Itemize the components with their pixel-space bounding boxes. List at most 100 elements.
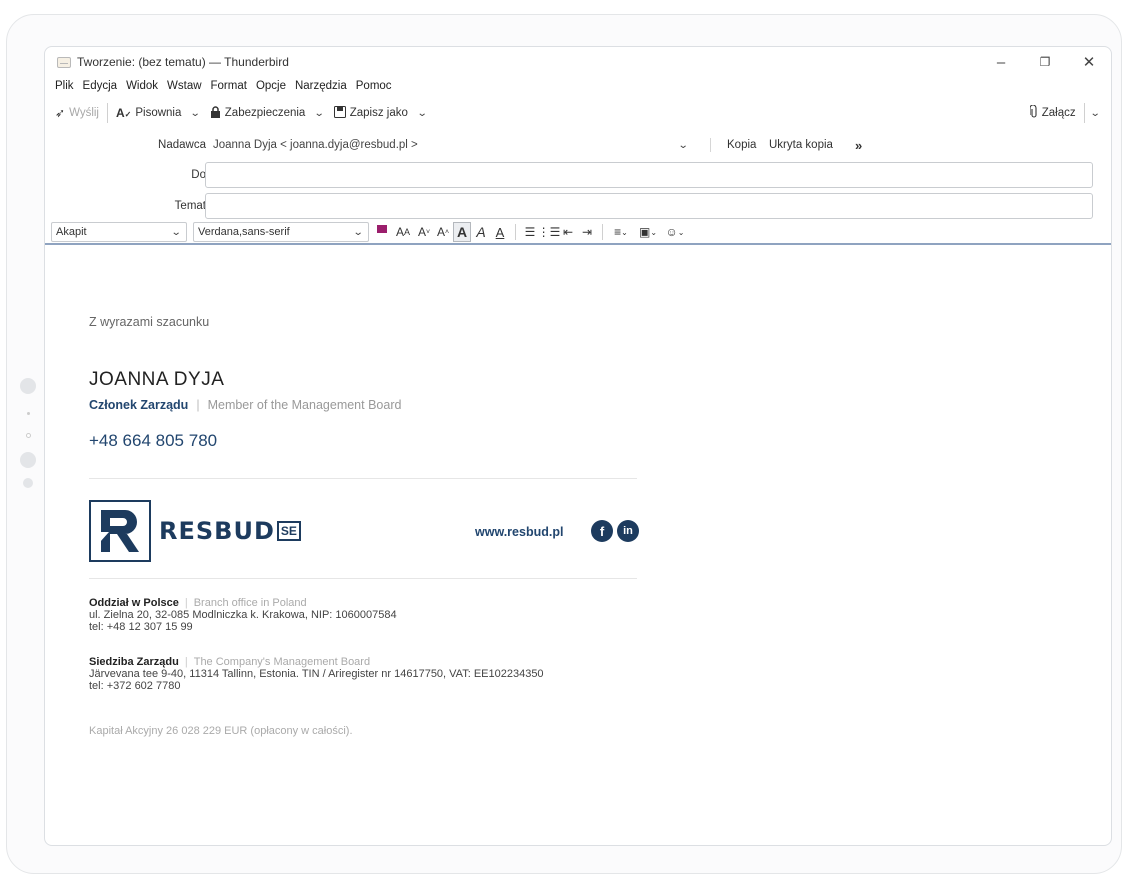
underline-button[interactable]: A (491, 222, 509, 242)
send-label: Wyślij (69, 107, 99, 119)
paperclip-icon (1029, 104, 1038, 121)
branch-phone: tel: +48 12 307 15 99 (89, 621, 193, 633)
hq-separator: | (184, 656, 188, 668)
restore-button[interactable]: ❐ (1023, 47, 1067, 77)
insert-image-icon[interactable]: ▣ ⌄ (635, 222, 661, 242)
branch-separator: | (184, 597, 188, 609)
menu-format[interactable]: Format (211, 80, 247, 92)
message-body[interactable]: Z wyrazami szacunku JOANNA DYJA Członek … (45, 245, 1111, 835)
spelling-button[interactable]: A✓ Pisownia (116, 106, 181, 120)
menu-plik[interactable]: Plik (55, 80, 74, 92)
compose-icon (57, 56, 71, 68)
menu-bar: Plik Edycja Widok Wstaw Format Opcje Nar… (45, 77, 1111, 95)
hq-english: The Company's Management Board (193, 656, 371, 668)
more-recipients-icon[interactable]: » (855, 138, 862, 153)
toolbar-divider (1083, 103, 1085, 123)
security-dropdown[interactable]: ⌄ (311, 107, 325, 119)
bullet-list-icon[interactable]: ☰ (521, 222, 539, 242)
tablet-side-buttons (16, 378, 40, 488)
text-color-button[interactable] (373, 222, 391, 242)
resbud-logo-text: RESBUD SE (159, 516, 301, 546)
from-row: Nadawca Joanna Dyja < joanna.dyja@resbud… (45, 131, 1111, 159)
smaller-font-button[interactable]: AA (392, 222, 414, 242)
hq-phone: tel: +372 602 7780 (89, 680, 181, 692)
website-link[interactable]: www.resbud.pl (475, 525, 563, 539)
bold-button[interactable]: A (453, 222, 471, 242)
menu-edycja[interactable]: Edycja (83, 80, 118, 92)
cc-button[interactable]: Kopia (727, 139, 756, 151)
chevron-down-icon: ⌄ (170, 226, 182, 238)
chevron-down-icon: ⌄ (314, 107, 325, 119)
resbud-logo-mark (89, 500, 151, 562)
menu-opcje[interactable]: Opcje (256, 80, 286, 92)
save-as-dropdown[interactable]: ⌄ (414, 108, 428, 119)
format-divider (515, 224, 516, 240)
attach-label: Załącz (1041, 107, 1076, 119)
branch-street: ul. Zielna 20, 32-085 Modlniczka k. Krak… (89, 609, 397, 621)
emoji-icon[interactable]: ☺ ⌄ (662, 222, 688, 242)
minimize-button[interactable]: – (979, 47, 1023, 77)
compose-toolbar: ➶ Wyślij A✓ Pisownia ⌄ Zabezpieczenia ⌄ … (45, 95, 1111, 131)
signature-divider (89, 578, 637, 579)
font-size-increase-button[interactable]: A ˅ (415, 222, 433, 242)
chevron-down-icon[interactable]: ⌄ (678, 140, 689, 151)
format-toolbar: Akapit ⌄ Verdana,sans-serif ⌄ AA A ˅ A ˄ A… (45, 221, 1111, 245)
chevron-down-icon: ⌄ (352, 226, 364, 238)
facebook-icon[interactable]: f (591, 520, 613, 542)
bcc-button[interactable]: Ukryta kopia (769, 139, 833, 151)
to-label: Do (191, 169, 206, 181)
role-separator: | (196, 398, 200, 412)
font-value: Verdana,sans-serif (198, 226, 290, 238)
to-row: Do (45, 161, 1111, 189)
spelling-icon: A✓ (115, 106, 132, 120)
chevron-down-icon: ⌄ (190, 107, 202, 119)
attach-button[interactable]: Załącz (1029, 104, 1076, 121)
close-button[interactable]: ✕ (1067, 47, 1111, 77)
menu-pomoc[interactable]: Pomoc (356, 80, 392, 92)
signature-name: JOANNA DYJA (89, 369, 225, 390)
send-button[interactable]: ➶ Wyślij (55, 106, 99, 120)
signature-divider (89, 478, 637, 479)
font-size-decrease-button[interactable]: A ˄ (434, 222, 452, 242)
window-title: Tworzenie: (bez tematu) — Thunderbird (77, 55, 289, 69)
subject-row: Temat (45, 192, 1111, 220)
send-icon: ➶ (55, 106, 66, 120)
menu-narzedzia[interactable]: Narzędzia (295, 80, 347, 92)
linkedin-icon[interactable]: in (617, 520, 639, 542)
menu-wstaw[interactable]: Wstaw (167, 80, 202, 92)
title-bar: Tworzenie: (bez tematu) — Thunderbird – … (45, 47, 1111, 77)
subject-label: Temat (174, 200, 206, 212)
align-icon[interactable]: ≡ ⌄ (608, 222, 634, 242)
security-label: Zabezpieczenia (224, 107, 306, 119)
text-color-swatch (377, 225, 387, 233)
numbered-list-icon[interactable]: ⋮☰ (538, 222, 561, 242)
attach-dropdown[interactable]: ⌄ (1087, 107, 1101, 119)
save-as-button[interactable]: Zapisz jako (333, 105, 408, 121)
message-headers: Nadawca Joanna Dyja < joanna.dyja@resbud… (45, 131, 1111, 221)
signature-role: Członek Zarządu | Member of the Management… (89, 398, 401, 412)
signature-phone: +48 664 805 780 (89, 431, 218, 450)
paragraph-format-select[interactable]: Akapit ⌄ (51, 222, 187, 242)
menu-widok[interactable]: Widok (126, 80, 158, 92)
italic-button[interactable]: A (472, 222, 490, 242)
header-divider (710, 138, 711, 152)
chevron-down-icon: ⌄ (1089, 107, 1101, 119)
hq-title: Siedziba Zarządu (89, 656, 179, 668)
hq-address: Siedziba Zarządu | The Company's Managemen… (89, 656, 544, 692)
font-select[interactable]: Verdana,sans-serif ⌄ (193, 222, 369, 242)
subject-input[interactable] (205, 193, 1093, 219)
security-button[interactable]: Zabezpieczenia (210, 105, 306, 121)
outdent-icon[interactable]: ⇤ (559, 222, 577, 242)
from-select[interactable]: Joanna Dyja < joanna.dyja@resbud.pl > (213, 139, 418, 151)
toolbar-divider (106, 103, 108, 123)
role-english: Member of the Management Board (207, 398, 402, 412)
spelling-dropdown[interactable]: ⌄ (187, 107, 202, 119)
greeting: Z wyrazami szacunku (89, 315, 210, 329)
role-polish: Członek Zarządu (89, 398, 189, 412)
indent-icon[interactable]: ⇥ (578, 222, 596, 242)
logo-suffix: SE (276, 521, 301, 541)
logo-name: RESBUD (159, 517, 275, 545)
from-label: Nadawca (158, 139, 206, 151)
to-input[interactable] (205, 162, 1093, 188)
lock-icon (210, 105, 221, 121)
